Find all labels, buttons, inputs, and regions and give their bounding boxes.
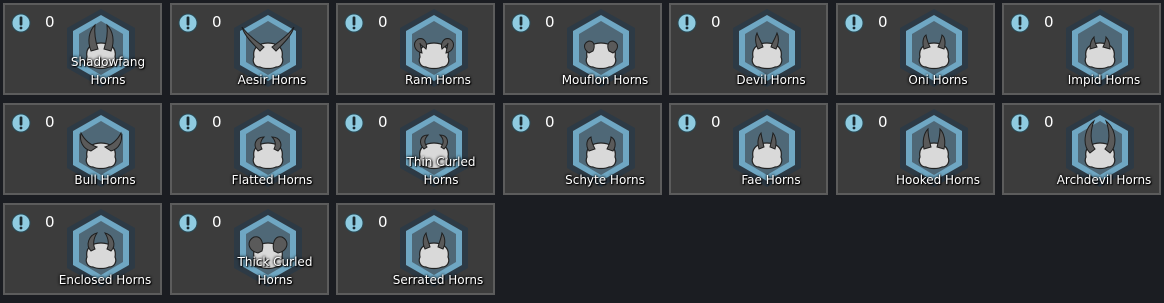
count-token-icon [178,13,198,33]
item-count: 0 [545,113,555,131]
count-token-icon [11,213,31,233]
horn-item-cell[interactable]: 0 Schyte Horns [503,103,662,195]
item-count: 0 [45,113,55,131]
count-token-icon [1010,13,1030,33]
item-name: Mouflon Horns [561,73,649,87]
horn-item-cell[interactable]: 0 Hooked Horns [836,103,995,195]
count-token-icon [344,13,364,33]
item-count: 0 [545,13,555,31]
horn-item-cell[interactable]: 0 Enclosed Horns [3,203,162,295]
horn-item-cell[interactable]: 0 Thin Curled Horns [336,103,495,195]
item-count: 0 [378,213,388,231]
item-name: Thick Curled Horns [237,255,313,287]
item-name: Flatted Horns [231,173,313,187]
item-name: Aesir Horns [237,73,307,87]
count-token-icon [511,13,531,33]
item-name: Devil Horns [736,73,806,87]
count-token-icon [178,213,198,233]
item-name: Ram Horns [405,73,471,87]
count-token-icon [344,113,364,133]
horn-item-cell[interactable]: 0 Impid Horns [1002,3,1161,95]
horn-item-cell[interactable]: 0 Fae Horns [669,103,828,195]
horn-item-grid: 0 Shadowfang Horns 0 Aesir Horns 0 Ram Horns 0… [3,3,1163,301]
item-count: 0 [378,113,388,131]
horn-item-cell[interactable]: 0 Archdevil Horns [1002,103,1161,195]
horn-item-cell[interactable]: 0 Devil Horns [669,3,828,95]
horn-item-cell[interactable]: 0 Shadowfang Horns [3,3,162,95]
count-token-icon [11,13,31,33]
count-token-icon [178,113,198,133]
item-name: Thin Curled Horns [406,155,476,187]
horn-item-cell[interactable]: 0 Serrated Horns [336,203,495,295]
item-count: 0 [878,13,888,31]
item-count: 0 [1044,13,1054,31]
count-token-icon [844,13,864,33]
item-name: Serrated Horns [392,273,484,287]
item-name: Archdevil Horns [1056,173,1152,187]
item-count: 0 [212,13,222,31]
count-token-icon [844,113,864,133]
item-name: Enclosed Horns [58,273,152,287]
item-name: Shadowfang Horns [70,55,146,87]
item-name: Oni Horns [908,73,968,87]
item-name: Impid Horns [1067,73,1141,87]
item-count: 0 [45,213,55,231]
count-token-icon [677,13,697,33]
item-name: Fae Horns [741,173,801,187]
count-token-icon [511,113,531,133]
horn-item-cell[interactable]: 0 Thick Curled Horns [170,203,329,295]
item-name: Bull Horns [74,173,136,187]
horn-item-cell[interactable]: 0 Flatted Horns [170,103,329,195]
horn-item-cell[interactable]: 0 Mouflon Horns [503,3,662,95]
item-count: 0 [45,13,55,31]
item-name: Schyte Horns [565,173,645,187]
item-count: 0 [212,113,222,131]
item-count: 0 [212,213,222,231]
item-count: 0 [711,13,721,31]
horn-item-cell[interactable]: 0 Bull Horns [3,103,162,195]
count-token-icon [11,113,31,133]
count-token-icon [1010,113,1030,133]
item-count: 0 [711,113,721,131]
horn-item-cell[interactable]: 0 Ram Horns [336,3,495,95]
horn-item-cell[interactable]: 0 Oni Horns [836,3,995,95]
item-count: 0 [378,13,388,31]
horn-item-cell[interactable]: 0 Aesir Horns [170,3,329,95]
item-count: 0 [878,113,888,131]
item-name: Hooked Horns [896,173,980,187]
count-token-icon [677,113,697,133]
item-count: 0 [1044,113,1054,131]
count-token-icon [344,213,364,233]
